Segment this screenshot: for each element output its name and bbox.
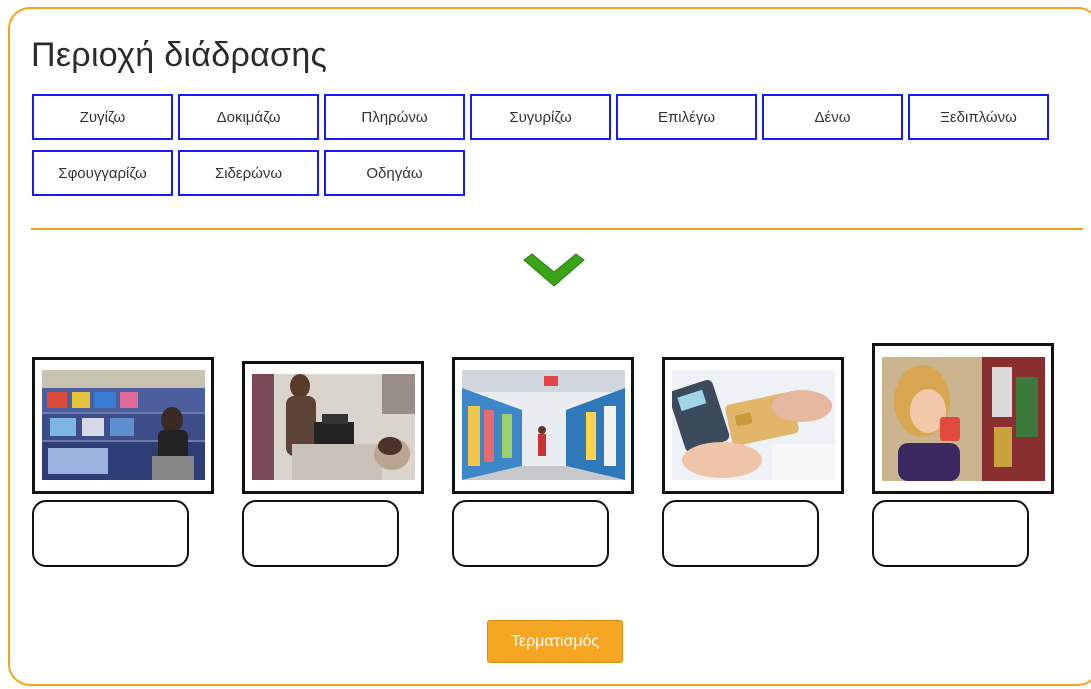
image-card-payment[interactable]: [662, 357, 844, 494]
image-card-shelves[interactable]: [32, 357, 214, 494]
word-chip-odigao[interactable]: Οδηγάω: [324, 150, 465, 196]
image-card-cashier[interactable]: [242, 361, 424, 494]
word-chip-xediplono[interactable]: Ξεδιπλώνω: [908, 94, 1049, 140]
word-chip-epilego[interactable]: Επιλέγω: [616, 94, 757, 140]
cashier-register-photo: [252, 374, 415, 480]
store-shelves-shopper-photo: [42, 370, 205, 480]
word-chip-plirono[interactable]: Πληρώνω: [324, 94, 465, 140]
answer-drop-zone[interactable]: [242, 500, 399, 567]
section-divider: [31, 228, 1083, 230]
word-chip-dokimazo[interactable]: Δοκιμάζω: [178, 94, 319, 140]
page-title: Περιοχή διάδρασης: [31, 36, 328, 74]
word-chip-deno[interactable]: Δένω: [762, 94, 903, 140]
word-chip-siderono[interactable]: Σιδερώνω: [178, 150, 319, 196]
answer-drop-zone[interactable]: [452, 500, 609, 567]
answer-drop-zone[interactable]: [32, 500, 189, 567]
woman-tasting-drink-photo: [882, 357, 1045, 481]
answer-drop-zone[interactable]: [872, 500, 1029, 567]
word-chip-sygyrizo[interactable]: Συγυρίζω: [470, 94, 611, 140]
finish-button[interactable]: Τερματισμός: [487, 620, 623, 663]
word-chip-sfoungarizo[interactable]: Σφουγγαρίζω: [32, 150, 173, 196]
supermarket-aisle-photo: [462, 370, 625, 480]
word-chip-zygizo[interactable]: Ζυγίζω: [32, 94, 173, 140]
image-card-tasting[interactable]: [872, 343, 1054, 494]
chevron-down-icon: [523, 253, 585, 287]
card-payment-terminal-photo: [672, 370, 835, 480]
answer-drop-zone[interactable]: [662, 500, 819, 567]
image-card-aisle[interactable]: [452, 357, 634, 494]
